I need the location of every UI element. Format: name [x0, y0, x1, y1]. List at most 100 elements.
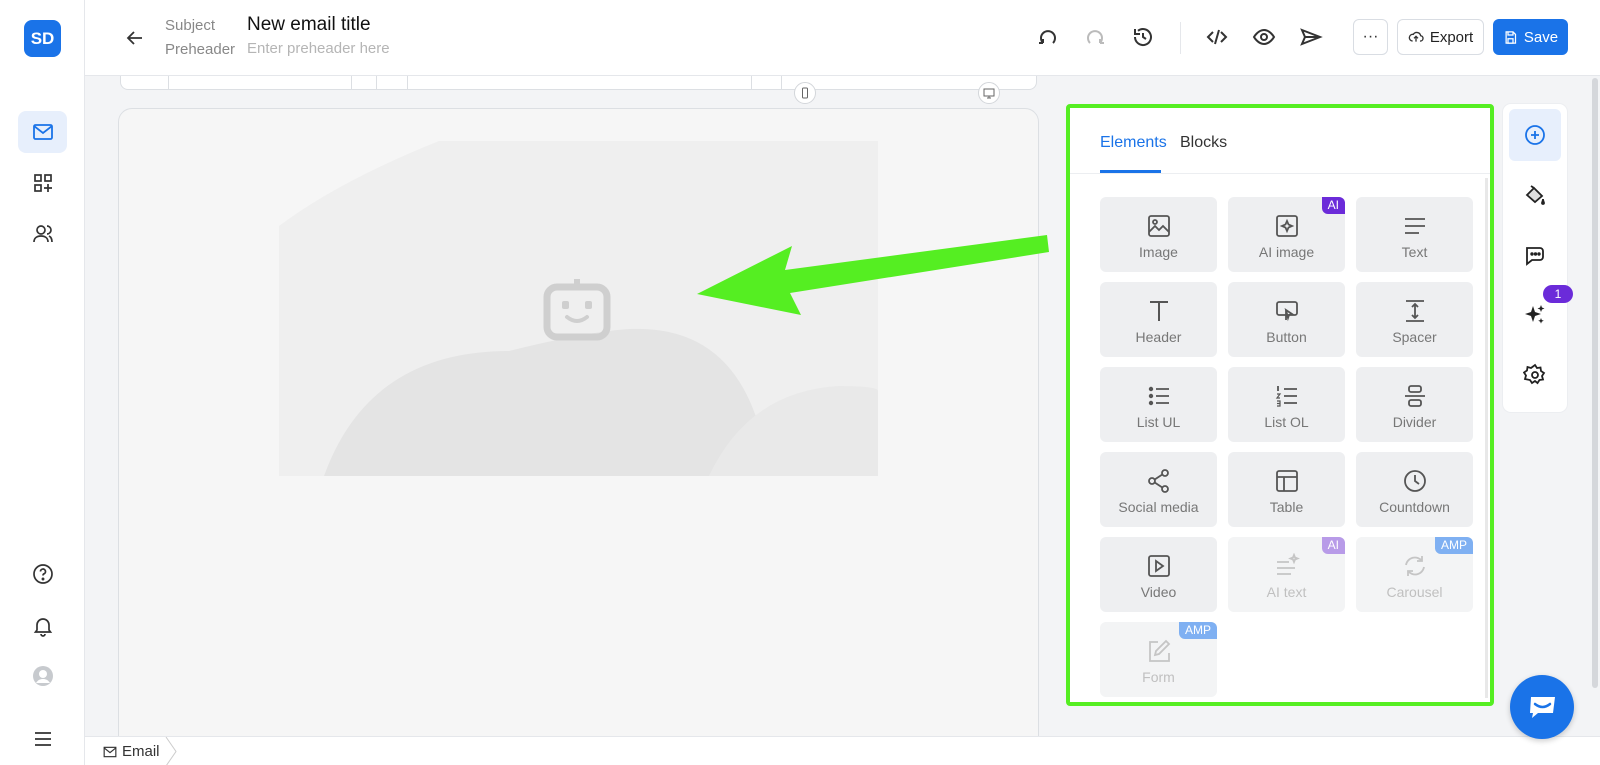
element-table[interactable]: Table: [1228, 452, 1345, 527]
add-elements-button[interactable]: [1509, 109, 1561, 161]
element-spacer-label: Spacer: [1392, 329, 1437, 345]
help-icon: [32, 564, 53, 584]
back-arrow-icon[interactable]: [123, 26, 147, 50]
list-ul-icon: [1148, 386, 1169, 406]
chat-support-icon: [1530, 697, 1555, 718]
element-header-label: Header: [1135, 329, 1182, 345]
redo-button[interactable]: [1082, 24, 1108, 50]
save-button[interactable]: Save: [1493, 19, 1568, 55]
element-image-label: Image: [1139, 244, 1178, 260]
element-list-ol[interactable]: List OL: [1228, 367, 1345, 442]
element-text[interactable]: Text: [1356, 197, 1473, 272]
elements-panel: Elements Blocks Image AI AI image Text H…: [1066, 104, 1494, 706]
nav-email[interactable]: [18, 111, 67, 153]
element-button-label: Button: [1266, 329, 1307, 345]
spacer-icon: [1406, 300, 1424, 322]
editor-header: Subject Preheader New email title Enter …: [85, 0, 1600, 76]
mobile-view-toggle[interactable]: [794, 82, 816, 104]
element-button[interactable]: Button: [1228, 282, 1345, 357]
element-list-ul[interactable]: List UL: [1100, 367, 1217, 442]
divider-icon: [1405, 385, 1425, 407]
structure-strip: [120, 76, 1037, 90]
redo-icon: [1087, 30, 1104, 44]
send-icon: [1300, 28, 1323, 46]
plus-circle-icon: [1525, 125, 1545, 145]
element-carousel[interactable]: AMP Carousel: [1356, 537, 1473, 612]
email-breadcrumb-label: Email: [122, 743, 160, 760]
placeholder-background: [279, 141, 878, 476]
element-divider-label: Divider: [1392, 414, 1437, 430]
history-button[interactable]: [1130, 24, 1156, 50]
nav-contacts[interactable]: [18, 213, 67, 255]
bell-icon: [33, 618, 52, 637]
panel-scrollbar[interactable]: [1485, 178, 1488, 698]
code-icon: [1206, 29, 1228, 45]
tab-blocks[interactable]: Blocks: [1180, 134, 1227, 152]
nav-notifications[interactable]: [18, 605, 67, 647]
export-button[interactable]: Export: [1397, 19, 1484, 55]
appearance-button[interactable]: [1509, 169, 1561, 221]
support-chat-button[interactable]: [1510, 675, 1574, 739]
element-image[interactable]: Image: [1100, 197, 1217, 272]
save-label: Save: [1523, 28, 1559, 46]
preheader-label: Preheader: [165, 41, 236, 58]
menu-icon: [34, 732, 51, 746]
element-table-label: Table: [1269, 499, 1304, 515]
element-ai-text-label: AI text: [1266, 584, 1307, 600]
nav-profile[interactable]: [18, 655, 67, 697]
form-icon: [1149, 639, 1171, 662]
email-breadcrumb[interactable]: Email: [103, 743, 160, 760]
page-scrollbar[interactable]: [1592, 78, 1598, 688]
more-options-button[interactable]: ···: [1353, 19, 1388, 55]
ai-text-icon: [1277, 552, 1300, 575]
ai-notification-badge: 1: [1543, 285, 1573, 303]
element-spacer[interactable]: Spacer: [1356, 282, 1473, 357]
users-icon: [32, 225, 53, 243]
element-divider[interactable]: Divider: [1356, 367, 1473, 442]
element-video[interactable]: Video: [1100, 537, 1217, 612]
desktop-view-toggle[interactable]: [978, 82, 1000, 104]
table-icon: [1276, 470, 1298, 492]
element-form-label: Form: [1142, 669, 1175, 685]
grid-plus-icon: [33, 174, 52, 192]
sparkles-icon: [1525, 305, 1545, 324]
element-carousel-label: Carousel: [1386, 584, 1443, 600]
ai-badge: AI: [1321, 537, 1345, 554]
amp-badge: AMP: [1434, 537, 1473, 554]
workspace-logo[interactable]: SD: [24, 20, 61, 57]
code-button[interactable]: [1204, 24, 1230, 50]
desktop-icon: [983, 88, 995, 99]
undo-button[interactable]: [1035, 24, 1061, 50]
active-tab-indicator: [1100, 170, 1161, 173]
breadcrumb-chevron-icon: [165, 737, 177, 765]
element-social-media-label: Social media: [1118, 499, 1199, 515]
left-navigation: SD: [0, 0, 85, 765]
preheader-input[interactable]: Enter preheader here: [247, 40, 390, 57]
undo-icon: [1039, 30, 1056, 44]
nav-menu[interactable]: [18, 718, 67, 760]
nav-modules[interactable]: [18, 162, 67, 204]
element-form[interactable]: AMP Form: [1100, 622, 1217, 697]
gear-icon: [1523, 363, 1546, 385]
tab-elements[interactable]: Elements: [1100, 134, 1167, 152]
comments-button[interactable]: [1509, 229, 1561, 281]
element-video-label: Video: [1140, 584, 1177, 600]
element-ai-image[interactable]: AI AI image: [1228, 197, 1345, 272]
element-countdown[interactable]: Countdown: [1356, 452, 1473, 527]
element-header[interactable]: Header: [1100, 282, 1217, 357]
toolbar-divider: [1180, 22, 1181, 54]
text-icon: [1405, 218, 1425, 234]
email-title-input[interactable]: New email title: [247, 14, 371, 36]
send-test-button[interactable]: [1298, 24, 1324, 50]
nav-help[interactable]: [18, 553, 67, 595]
settings-button[interactable]: [1509, 349, 1561, 401]
mail-icon: [32, 124, 53, 140]
element-list-ul-label: List UL: [1136, 414, 1181, 430]
preview-button[interactable]: [1251, 24, 1277, 50]
image-placeholder[interactable]: [279, 141, 878, 476]
element-ai-text[interactable]: AI AI text: [1228, 537, 1345, 612]
cloud-upload-icon: [1408, 31, 1424, 42]
element-social-media[interactable]: Social media: [1100, 452, 1217, 527]
right-toolbar: [1503, 104, 1567, 412]
share-icon: [1148, 469, 1169, 493]
